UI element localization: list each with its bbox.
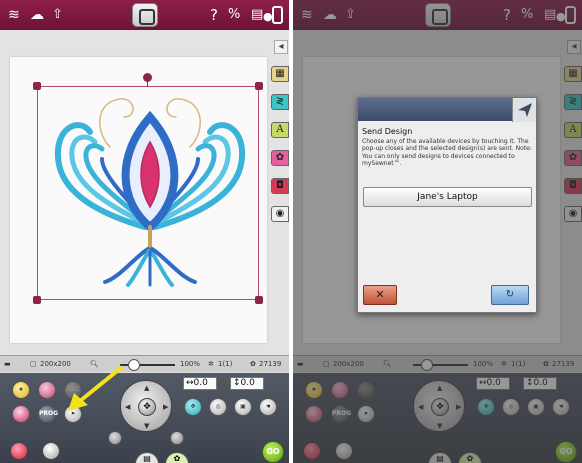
upload-icon[interactable]: ⇧ xyxy=(52,6,63,24)
frame-tab-icon[interactable]: ◘ xyxy=(271,178,289,194)
step-right-icon[interactable] xyxy=(170,431,184,445)
move-mode-icon[interactable]: ✥ xyxy=(184,398,202,416)
rotation-handle[interactable] xyxy=(143,73,152,82)
position-y-value: 0.0 xyxy=(240,378,255,388)
send-design-dialog: Send Design Choose any of the available … xyxy=(357,97,537,313)
palette-tab-icon[interactable]: ◉ xyxy=(271,206,289,222)
stitch-tab-icon[interactable]: ≷ xyxy=(271,94,289,110)
design-options-icon[interactable]: ▤ xyxy=(135,452,159,463)
collapse-arrow-icon[interactable]: ◂ xyxy=(274,40,288,54)
move-right-icon[interactable]: ▶ xyxy=(163,403,168,411)
selection-count: 1(1) xyxy=(218,360,233,368)
touch-mode-icon[interactable]: ☚ xyxy=(259,398,277,416)
vertical-arrow-icon: ↕ xyxy=(233,378,241,388)
horizontal-arrow-icon: ↔ xyxy=(186,378,194,388)
cloud-icon[interactable]: ☁ xyxy=(30,6,44,24)
status-bar: ≋ ☁ ⇧ ? % ▤ ● xyxy=(0,0,289,30)
phone-icon[interactable] xyxy=(272,6,283,24)
position-x-field[interactable]: ↔0.0 xyxy=(183,377,217,390)
refresh-icon[interactable]: ↻ xyxy=(491,285,529,305)
favorite-star-icon[interactable]: ★ xyxy=(12,381,30,399)
prog-button[interactable]: PROG xyxy=(38,405,58,423)
lips-menu-icon[interactable] xyxy=(10,442,28,460)
hoop-icon[interactable]: ▬ xyxy=(4,359,11,370)
design-menu-icon[interactable] xyxy=(38,381,56,399)
move-down-icon[interactable]: ▼ xyxy=(144,422,149,430)
resize-handle-top-right[interactable] xyxy=(255,82,263,90)
info-toolbar: ▬ ▢ 200x200 🔍︎ 100% ✲ 1(1) ✿ 27139 xyxy=(0,355,289,372)
flower-tab-icon[interactable]: ✿ xyxy=(271,150,289,166)
help-icon[interactable]: ? xyxy=(210,6,218,24)
right-screenshot: ≋ ☁ ⇧ ? % ▤ ● ◂ ▦ ≷ A ✿ ◘ ◉ ▬ ▢ 200x200 … xyxy=(293,0,582,463)
zoom-level: 100% xyxy=(180,360,201,368)
info-icon[interactable]: ▤ xyxy=(251,6,263,24)
stitch-out-icon[interactable]: ✿ xyxy=(165,452,189,463)
resize-handle-top-left[interactable] xyxy=(33,82,41,90)
step-left-icon[interactable] xyxy=(108,431,122,445)
font-tab-icon[interactable]: A xyxy=(271,122,289,138)
hoop-size-icon: ▢ xyxy=(30,360,37,368)
selection-icon: ✲ xyxy=(208,360,214,368)
center-icon[interactable]: ✥ xyxy=(138,398,156,416)
position-x-value: 0.0 xyxy=(193,378,208,388)
rotate-mode-icon[interactable]: ◎ xyxy=(209,398,227,416)
embroidery-hoop-canvas[interactable] xyxy=(10,57,267,343)
settings-icon[interactable]: % xyxy=(228,6,240,24)
go-button[interactable]: GO xyxy=(262,441,284,463)
scale-mode-icon[interactable]: ▣ xyxy=(234,398,252,416)
stitch-count-icon: ✿ xyxy=(250,360,256,368)
wifi-icon[interactable]: ≋ xyxy=(8,6,20,24)
selection-box[interactable] xyxy=(37,86,259,300)
stitch-count: 27139 xyxy=(259,360,282,368)
dialog-title: Send Design xyxy=(362,127,413,136)
resize-handle-bottom-left[interactable] xyxy=(33,296,41,304)
edit-control-panel: ★ ABC PROG ➤ ▲ ▼ ◀ ▶ ✥ ↔0.0 ↕0.0 ✥ ◎ ▣ ☚… xyxy=(0,373,289,463)
zoom-slider-knob[interactable] xyxy=(128,359,140,371)
dialog-description: Choose any of the available devices by t… xyxy=(362,138,532,168)
callout-arrow xyxy=(68,365,124,411)
heart-icon[interactable] xyxy=(42,442,60,460)
lips-stitch-icon[interactable] xyxy=(12,405,30,423)
home-button[interactable] xyxy=(132,3,158,27)
device-janes-laptop-button[interactable]: Jane's Laptop xyxy=(363,187,532,207)
close-icon[interactable]: ✕ xyxy=(363,285,397,305)
send-icon xyxy=(512,98,536,122)
move-up-icon[interactable]: ▲ xyxy=(144,384,149,392)
position-y-field[interactable]: ↕0.0 xyxy=(230,377,264,390)
dialog-header xyxy=(358,98,536,121)
resize-handle-bottom-right[interactable] xyxy=(255,296,263,304)
left-screenshot: ≋ ☁ ⇧ ? % ▤ ● ◂ ▦ ≷ A ✿ ◘ ◉ ▬ ▢ 200x200 … xyxy=(0,0,289,463)
design-tab-icon[interactable]: ▦ xyxy=(271,66,289,82)
